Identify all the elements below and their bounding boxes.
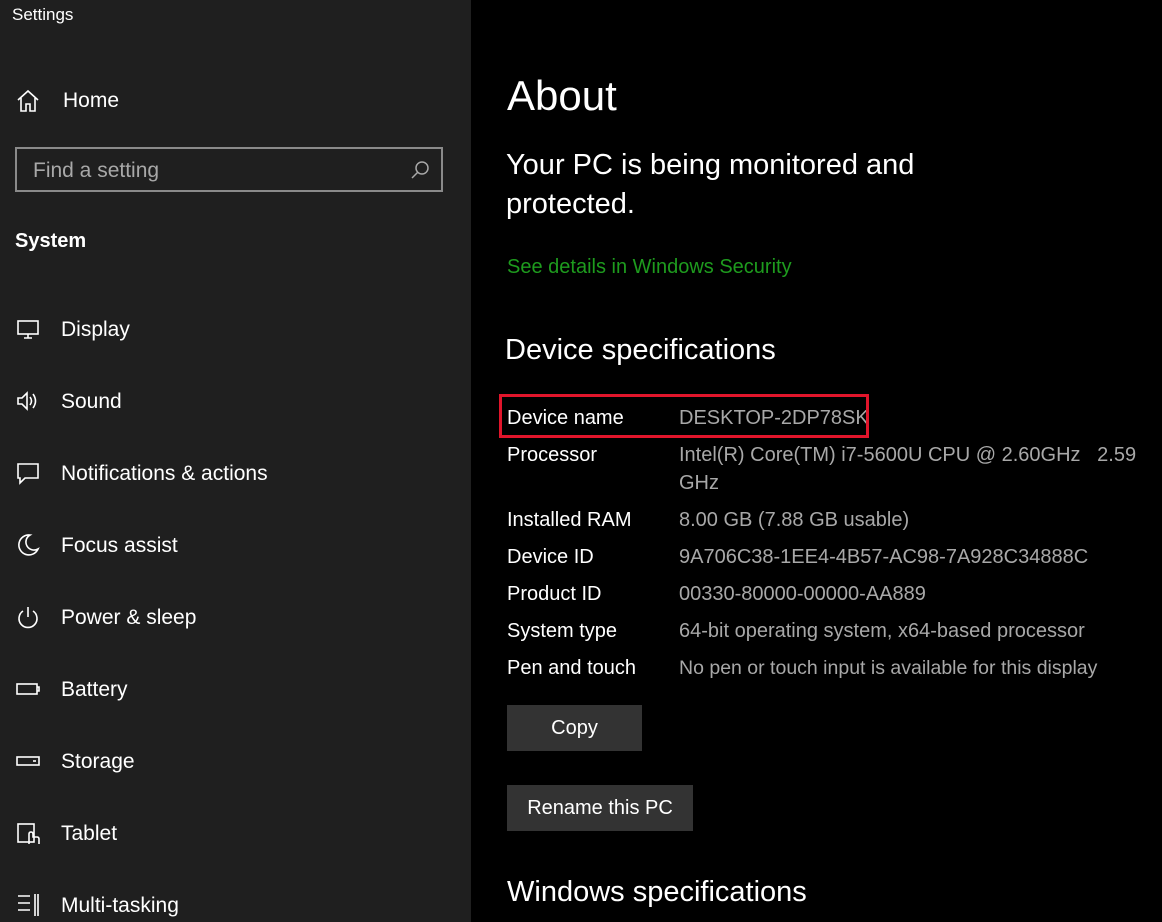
sidebar-item-label: Notifications & actions <box>61 462 268 485</box>
power-icon <box>14 603 42 631</box>
section-label-system: System <box>15 230 87 252</box>
spec-key: System type <box>507 620 618 642</box>
sidebar-item-battery[interactable]: Battery <box>0 660 471 732</box>
sidebar-item-power-sleep[interactable]: Power & sleep <box>0 588 471 660</box>
sidebar-item-label: Power & sleep <box>61 606 197 629</box>
home-icon <box>14 87 42 115</box>
notification-icon <box>14 459 42 487</box>
windows-specs-heading: Windows specifications <box>507 876 807 908</box>
spec-key: Processor <box>507 444 598 466</box>
monitor-icon <box>14 315 42 343</box>
spec-key: Product ID <box>507 583 602 605</box>
moon-icon <box>14 531 42 559</box>
sidebar-item-display[interactable]: Display <box>0 300 471 372</box>
rename-pc-button[interactable]: Rename this PC <box>507 785 693 831</box>
protection-status-text: Your PC is being monitored and protected… <box>506 149 915 220</box>
sidebar: Settings Home System <box>0 0 471 922</box>
spec-value[interactable]: No pen or touch input is available for t… <box>679 654 1139 682</box>
tablet-icon <box>14 819 42 847</box>
sidebar-item-label: Storage <box>61 750 135 773</box>
sidebar-item-focus-assist[interactable]: Focus assist <box>0 516 471 588</box>
sidebar-item-home[interactable]: Home <box>0 80 471 122</box>
main-content: About Your PC is being monitored and pro… <box>471 0 1162 922</box>
spec-value[interactable]: 8.00 GB (7.88 GB usable) <box>679 506 1139 534</box>
spec-key: Pen and touch <box>507 657 636 679</box>
windows-security-link[interactable]: See details in Windows Security <box>507 256 792 279</box>
storage-icon <box>14 747 42 775</box>
sidebar-item-home-label: Home <box>63 89 120 112</box>
device-specs-heading: Device specifications <box>505 334 776 366</box>
sidebar-item-tablet[interactable]: Tablet <box>0 804 471 876</box>
multitasking-icon <box>14 891 42 919</box>
search-input[interactable] <box>31 149 405 192</box>
sidebar-item-multitasking[interactable]: Multi-tasking <box>0 876 471 922</box>
sidebar-item-label: Sound <box>61 390 122 413</box>
sidebar-item-label: Battery <box>61 678 128 701</box>
page-title: About <box>507 72 617 119</box>
spec-key: Device ID <box>507 546 594 568</box>
settings-window: Settings Home System <box>0 0 1162 922</box>
sidebar-nav-list: Display Sound Notifications & actions Fo… <box>0 300 471 922</box>
speaker-icon <box>14 387 42 415</box>
sidebar-item-label: Multi-tasking <box>61 894 179 917</box>
search-box[interactable] <box>15 147 443 192</box>
sidebar-item-storage[interactable]: Storage <box>0 732 471 804</box>
spec-value[interactable]: Intel(R) Core(TM) i7-5600U CPU @ 2.60GHz… <box>679 441 1139 497</box>
sidebar-item-label: Display <box>61 318 130 341</box>
device-name-highlight <box>499 394 869 438</box>
sidebar-item-sound[interactable]: Sound <box>0 372 471 444</box>
spec-key: Installed RAM <box>507 509 632 531</box>
app-title: Settings <box>12 5 74 24</box>
spec-value[interactable]: 64-bit operating system, x64-based proce… <box>679 617 1139 645</box>
spec-value[interactable]: 9A706C38-1EE4-4B57-AC98-7A928C34888C <box>679 543 1139 571</box>
sidebar-item-notifications[interactable]: Notifications & actions <box>0 444 471 516</box>
sidebar-item-label: Tablet <box>61 822 118 845</box>
spec-value[interactable]: 00330-80000-00000-AA889 <box>679 580 1139 608</box>
sidebar-item-label: Focus assist <box>61 534 178 557</box>
battery-icon <box>14 675 42 703</box>
copy-button[interactable]: Copy <box>507 705 642 751</box>
search-icon[interactable] <box>409 159 431 181</box>
